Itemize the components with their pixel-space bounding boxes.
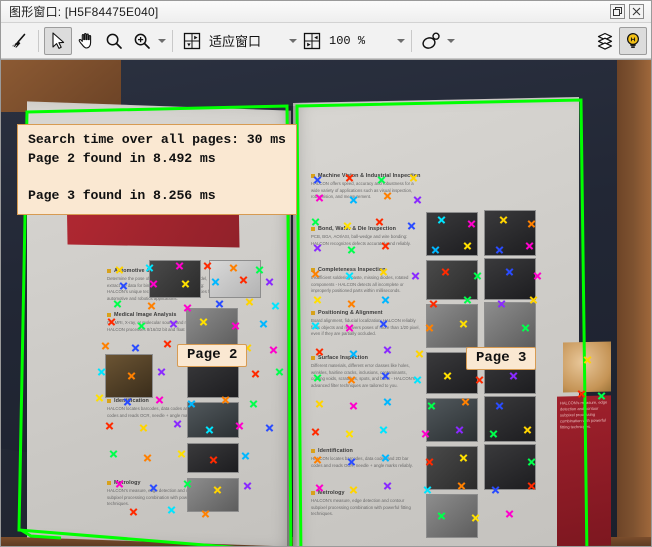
- zoom-level-icon: [303, 32, 321, 49]
- title-bar: 图形窗口: [H5F84475E040]: [1, 1, 651, 23]
- brochure-body-4: HALCON offers speed, accuracy and robust…: [311, 181, 414, 200]
- brochure-thumb-l7: [187, 443, 239, 473]
- zoom-level-dropdown[interactable]: [395, 27, 406, 55]
- page-3-label: Page 3: [466, 347, 537, 370]
- brochure-thumb-l8: [187, 478, 239, 512]
- brochure-body-5: PCB, BGA, AOI/ASI, ball-wedge and wire b…: [311, 234, 411, 246]
- brochure-body-10: HALCON's measure, edge detection and con…: [311, 498, 411, 517]
- toolbar-separator-2: [172, 29, 173, 52]
- brochure-heading-1: Medical Image Analysis: [107, 312, 177, 318]
- arrow-cursor-icon: [52, 31, 65, 49]
- brochure-thumb-l1: [209, 260, 261, 298]
- magnifier-plus-icon: [134, 33, 150, 49]
- brochure-body-9: HALCON locates barcodes, data codes and …: [311, 456, 413, 468]
- clear-display-button[interactable]: [5, 27, 33, 55]
- restore-window-button[interactable]: [610, 4, 625, 19]
- fit-mode-label: 适应窗口: [209, 34, 262, 49]
- brochure-thumb-r9: [426, 398, 478, 442]
- brochure-thumb-l4: [105, 354, 153, 398]
- shapes-icon: [422, 31, 440, 49]
- toolbar-separator-3: [411, 29, 413, 52]
- chevron-down-icon: [446, 38, 455, 43]
- chevron-down-icon: [157, 38, 166, 43]
- brochure-thumb-r11: [426, 446, 478, 490]
- zoom-tool-button[interactable]: [100, 27, 128, 55]
- layers-button[interactable]: [591, 27, 619, 55]
- zoom-in-tool-button[interactable]: [128, 27, 156, 55]
- camera-image: Professional Software for Machine Vision…: [1, 60, 651, 546]
- brochure-body-8: Different materials, different error cla…: [311, 363, 415, 388]
- zoom-tool-dropdown[interactable]: [156, 27, 167, 55]
- brochure-thumb-r1: [426, 212, 478, 256]
- window-controls: [610, 4, 647, 19]
- broom-icon: [12, 33, 26, 48]
- fit-window-icon: [183, 32, 201, 49]
- magnifier-icon: [106, 33, 122, 49]
- brochure-thumb-r6: [484, 302, 536, 348]
- restore-icon: [613, 7, 622, 16]
- brochure-thumb-l3: [186, 308, 238, 348]
- page-2-label: Page 2: [177, 344, 248, 367]
- chevron-down-icon: [288, 38, 297, 43]
- toolbar-separator-1: [38, 29, 39, 52]
- lightbulb-icon: [626, 32, 640, 48]
- brochure-heading-7: Positioning & Alignment: [311, 310, 383, 316]
- halcon-graphics-window: 图形窗口: [H5F84475E040] 适应窗口 100 % HALCON's…: [0, 0, 652, 547]
- brochure-body-6: Insufficient soldering paste, missing di…: [311, 275, 409, 294]
- brochure-heading-2: Identification: [107, 398, 149, 404]
- brochure-thumb-r2: [484, 210, 536, 256]
- window-title: 图形窗口: [H5F84475E040]: [9, 5, 159, 19]
- draw-shape-dropdown[interactable]: [445, 27, 456, 55]
- draw-shape-button[interactable]: [417, 27, 445, 55]
- brochure-heading-10: Metrology: [311, 490, 345, 496]
- brochure-heading-5: Bond, Wafer & Die Inspection: [311, 226, 396, 232]
- close-window-button[interactable]: [629, 4, 644, 19]
- toolbar: 适应窗口 100 %: [1, 23, 651, 59]
- brochure-heading-4: Machine Vision & Industrial Inspection: [311, 173, 421, 179]
- zoom-level-label: 100 %: [329, 33, 366, 48]
- brochure-heading-8: Surface Inspection: [311, 355, 368, 361]
- brochure-thumb-r3: [426, 260, 478, 300]
- brochure-thumb-r13: [426, 494, 478, 538]
- zoom-level-button[interactable]: [298, 27, 326, 55]
- brochure-thumb-r12: [484, 444, 536, 490]
- search-result-overlay: Search time over all pages: 30 ms Page 2…: [17, 124, 297, 215]
- brochure-red-sidebar: HALCON's measure, edge detection and con…: [557, 395, 611, 546]
- brochure-photo-skin: [563, 341, 611, 393]
- select-tool-button[interactable]: [44, 26, 72, 55]
- layers-icon: [597, 32, 613, 50]
- brochure-heading-6: Completeness Inspection: [311, 267, 386, 273]
- brochure-thumb-l2: [149, 260, 201, 298]
- fit-mode-dropdown[interactable]: [287, 27, 298, 55]
- graphics-canvas[interactable]: Professional Software for Machine Vision…: [1, 59, 651, 546]
- close-icon: [632, 7, 641, 16]
- brochure-thumb-r4: [484, 258, 536, 300]
- chevron-down-icon: [396, 38, 405, 43]
- brochure-thumb-r5: [426, 304, 478, 348]
- brochure-heading-9: Identification: [311, 448, 353, 454]
- wooden-table-edge-right: [617, 60, 651, 546]
- brochure-body-7: Board alignment, fiducial localization: …: [311, 318, 420, 337]
- brochure-heading-3: Metrology: [107, 480, 141, 486]
- illumination-button[interactable]: [619, 26, 647, 55]
- fit-window-button[interactable]: [178, 27, 206, 55]
- hand-icon: [78, 32, 92, 49]
- brochure-thumb-r10: [484, 396, 536, 442]
- brochure-thumb-l6: [187, 402, 239, 438]
- pan-tool-button[interactable]: [72, 27, 100, 55]
